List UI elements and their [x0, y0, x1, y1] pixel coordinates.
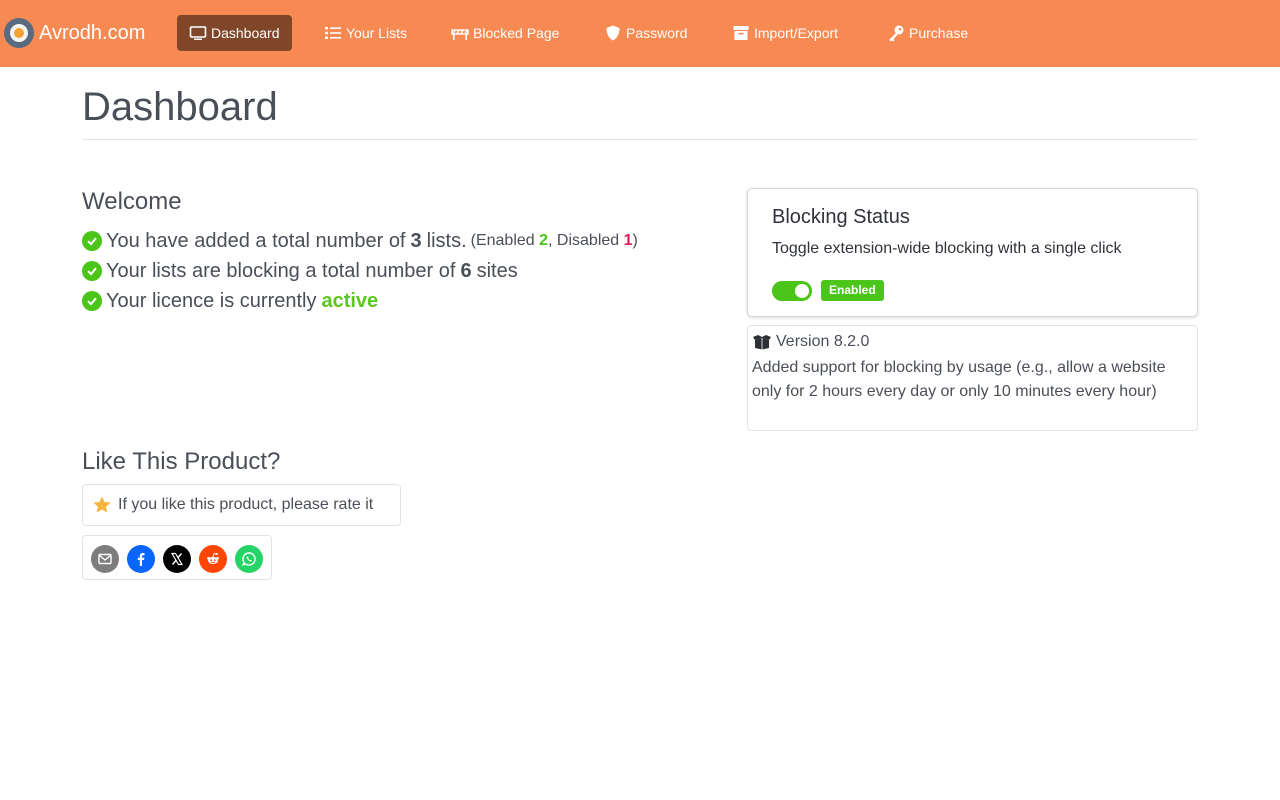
lists-count: 3 [410, 229, 422, 252]
x-icon [170, 552, 184, 566]
nav-import-export[interactable]: Import/Export [720, 15, 850, 51]
facebook-icon [137, 553, 145, 566]
top-navbar: Avrodh.com Dashboard Your Lists Blocked … [0, 0, 1280, 67]
nav-dashboard-label: Dashboard [211, 25, 280, 41]
check-circle-icon [82, 231, 102, 251]
page-title: Dashboard [82, 85, 278, 129]
licence-line-text: Your licence is currently [106, 289, 317, 312]
nav-password[interactable]: Password [592, 15, 699, 51]
summary-close: ) [632, 232, 638, 249]
disabled-label: , Disabled [548, 232, 620, 249]
title-divider [82, 139, 1198, 140]
nav-dashboard[interactable]: Dashboard [177, 15, 292, 51]
open-box-icon [753, 335, 771, 350]
nav-purchase[interactable]: Purchase [875, 15, 980, 51]
lists-count-line: You have added a total number of 3 lists… [82, 229, 638, 253]
blocking-status-badge: Enabled [821, 280, 884, 301]
sites-count-line: Your lists are blocking a total number o… [82, 259, 518, 283]
nav-purchase-label: Purchase [909, 25, 969, 41]
enabled-disabled-summary: (Enabled 2, Disabled 1) [471, 232, 638, 250]
share-facebook-button[interactable] [127, 545, 155, 573]
star-icon [93, 496, 111, 513]
blocking-toggle-switch[interactable] [772, 281, 812, 301]
blocking-status-description: Toggle extension-wide blocking with a si… [772, 240, 1122, 257]
welcome-heading: Welcome [82, 188, 182, 215]
share-whatsapp-button[interactable] [235, 545, 263, 573]
version-label: Version 8.2.0 [776, 333, 870, 350]
whatsapp-icon [241, 552, 256, 567]
share-reddit-button[interactable] [199, 545, 227, 573]
list-icon [325, 27, 341, 39]
nav-blocked-page[interactable]: Blocked Page [439, 15, 571, 51]
sites-line-suffix: sites [476, 259, 518, 282]
sites-line-text: Your lists are blocking a total number o… [106, 259, 456, 282]
licence-status: active [321, 289, 379, 312]
nav-blocked-page-label: Blocked Page [473, 25, 560, 41]
nav-password-label: Password [626, 25, 688, 41]
share-buttons [82, 535, 272, 580]
brand-link[interactable]: Avrodh.com [4, 17, 145, 49]
blocking-status-card: Blocking Status Toggle extension-wide bl… [747, 188, 1198, 317]
check-circle-icon [82, 261, 102, 281]
rate-product-link[interactable]: If you like this product, please rate it [82, 484, 401, 526]
archive-icon [733, 26, 749, 40]
lists-line-suffix: lists. [426, 229, 467, 252]
monitor-icon [189, 26, 207, 40]
share-email-button[interactable] [91, 545, 119, 573]
nav-your-lists[interactable]: Your Lists [312, 15, 419, 51]
shield-icon [606, 25, 620, 41]
check-circle-icon [82, 291, 102, 311]
nav-import-export-label: Import/Export [754, 25, 839, 41]
like-product-heading: Like This Product? [82, 448, 281, 475]
barrier-icon [451, 29, 469, 40]
licence-line: Your licence is currently active [82, 289, 378, 313]
lists-line-text: You have added a total number of [106, 229, 406, 252]
brand-logo-icon [4, 18, 34, 48]
reddit-icon [207, 552, 219, 565]
version-notes: Version 8.2.0 Added support for blocking… [747, 325, 1198, 431]
blocking-status-title: Blocking Status [772, 206, 910, 228]
email-icon [98, 553, 112, 565]
enabled-count: 2 [539, 232, 549, 249]
version-description: Added support for blocking by usage (e.g… [752, 359, 1166, 400]
sites-count: 6 [460, 259, 472, 282]
toggle-knob [795, 284, 809, 298]
share-x-button[interactable] [163, 545, 191, 573]
disabled-count: 1 [623, 232, 633, 249]
rate-product-text: If you like this product, please rate it [118, 496, 374, 513]
nav-your-lists-label: Your Lists [346, 25, 407, 41]
key-icon [889, 25, 904, 42]
brand-name: Avrodh.com [39, 22, 146, 44]
enabled-label: (Enabled [470, 232, 535, 249]
